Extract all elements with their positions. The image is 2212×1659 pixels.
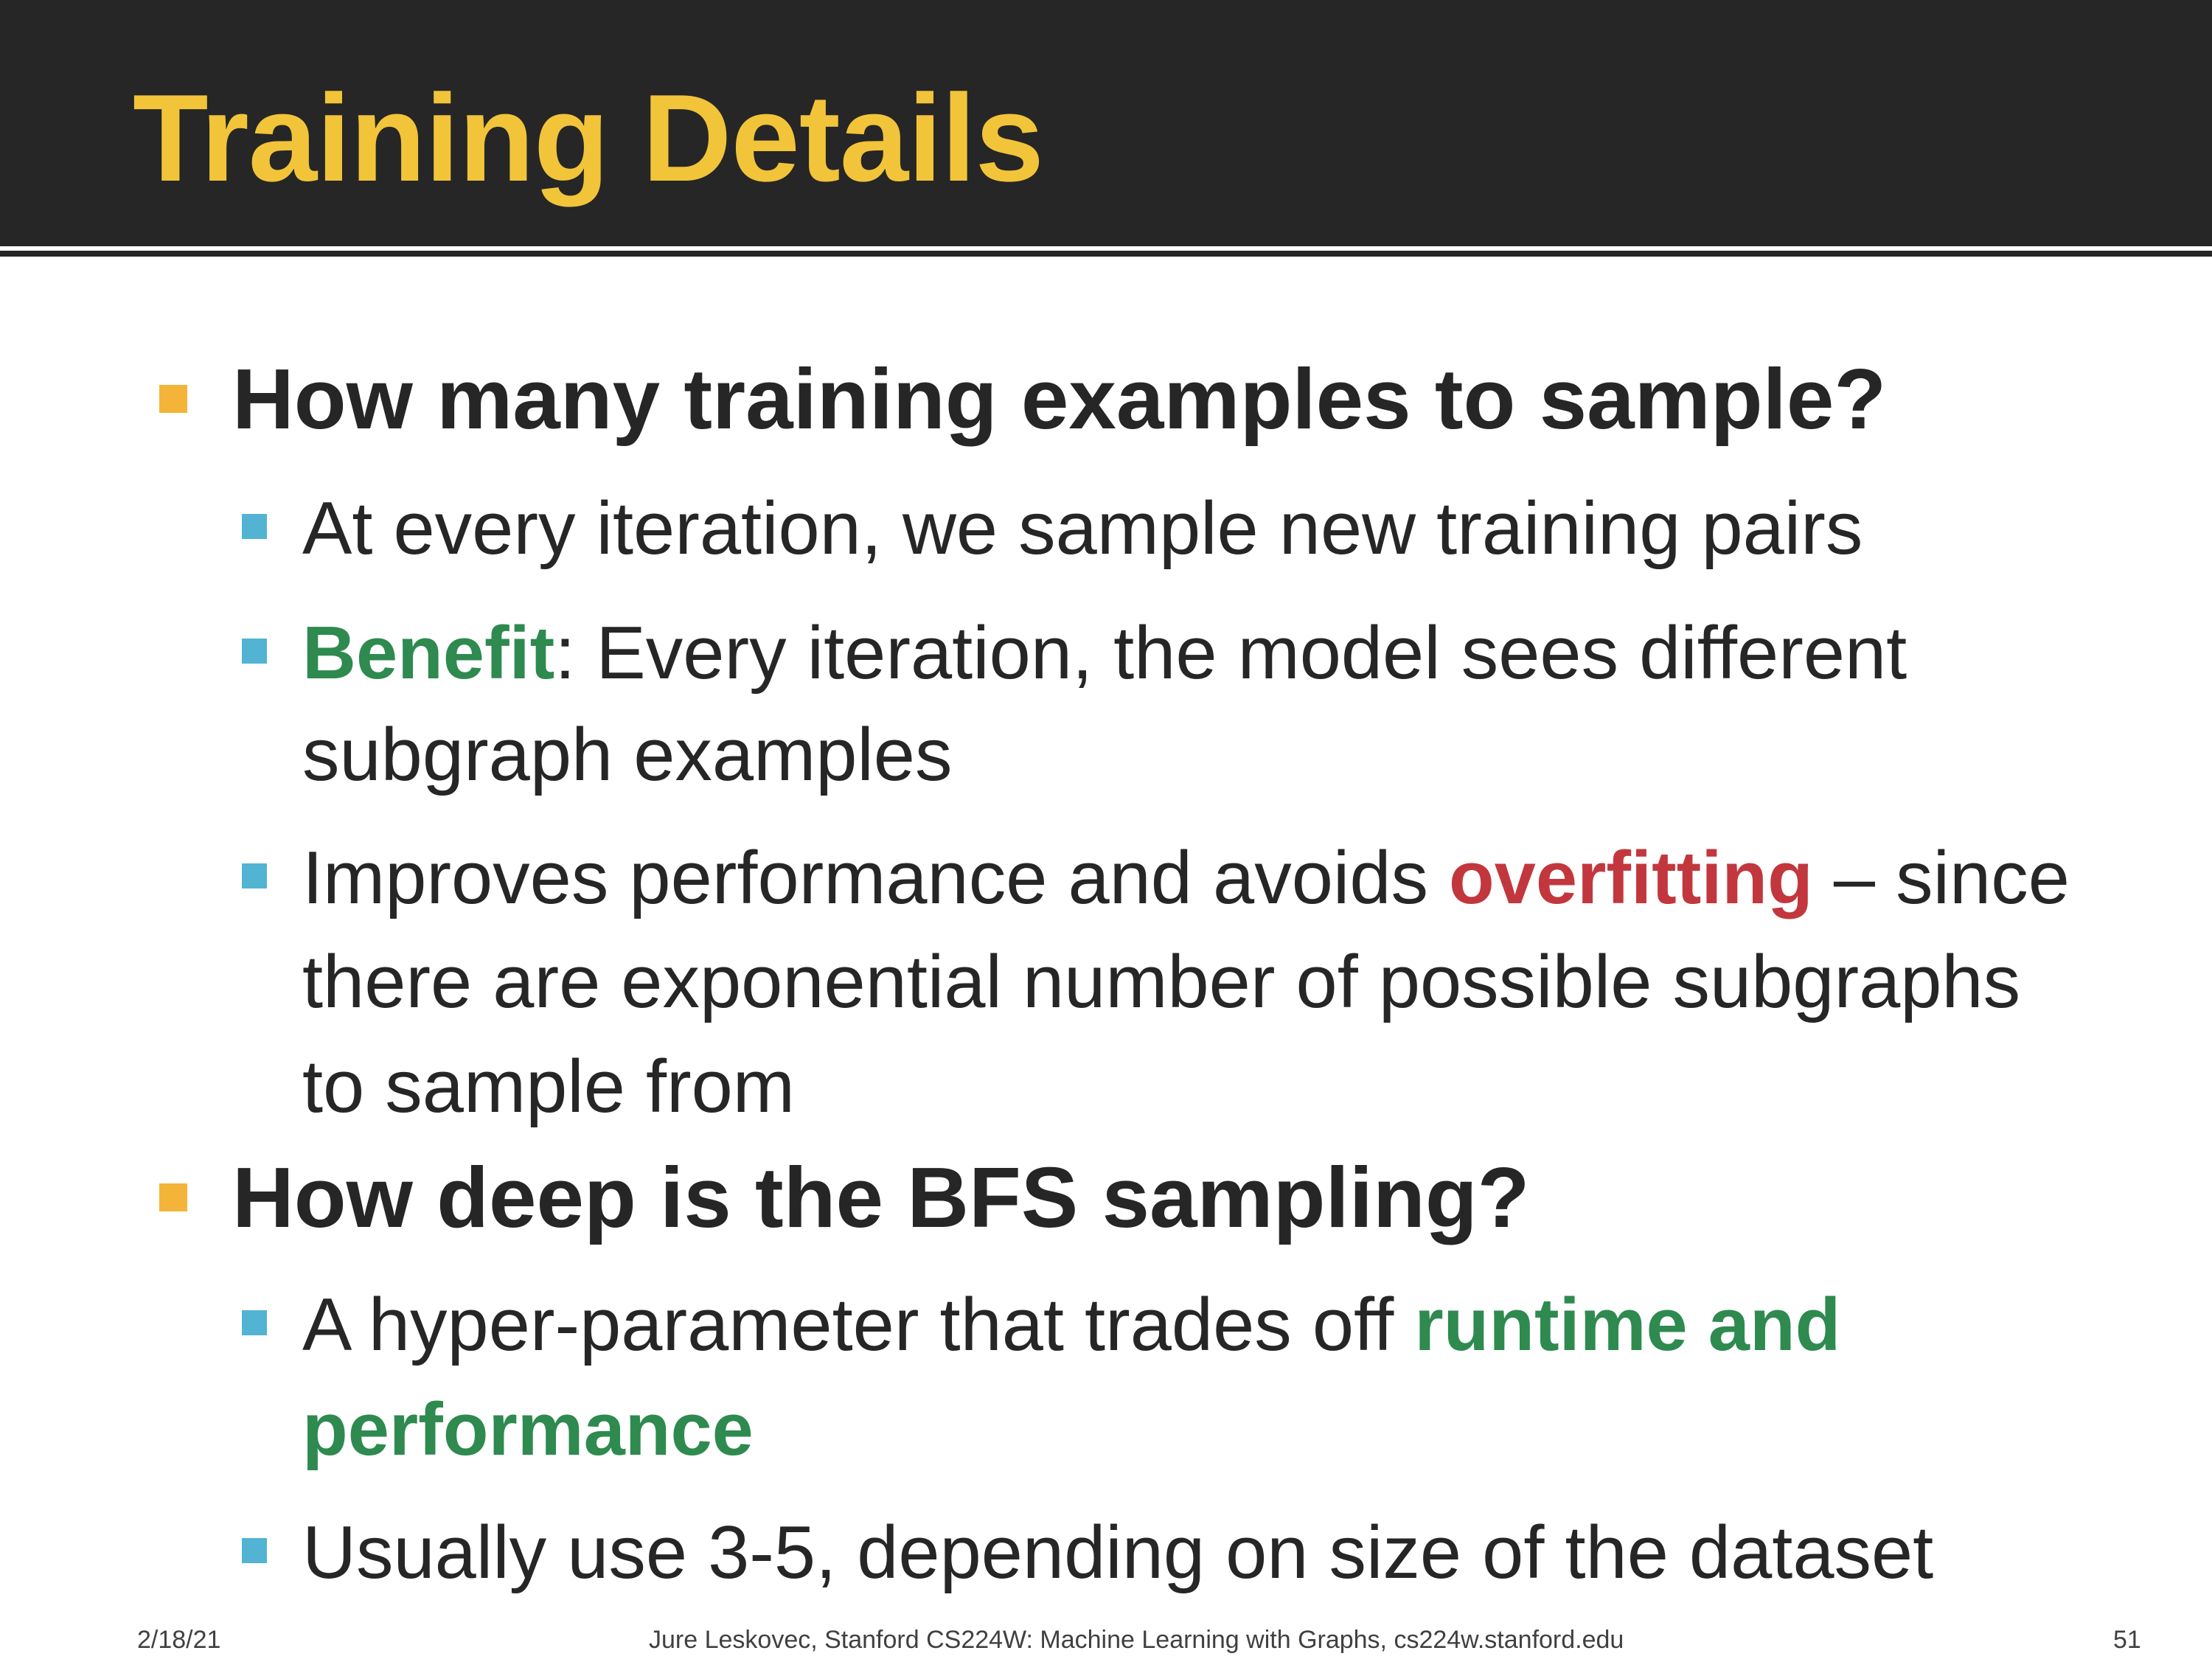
sub-bullet-benefit-continued: subgraph examples <box>302 714 953 796</box>
bullet-bfs-depth: How deep is the BFS sampling? <box>232 1150 1530 1245</box>
sub-bullet-square-icon <box>242 863 267 888</box>
sub-bullet-hyper-parameter-continued: performance <box>302 1379 754 1481</box>
footer-date: 2/18/21 <box>137 1626 221 1654</box>
bullet-square-icon <box>159 385 187 413</box>
sub-bullet-overfitting: Improves performance and avoids overfitt… <box>302 827 2070 929</box>
sub-bullet-overfitting-line2: there are exponential number of possible… <box>302 941 2021 1023</box>
slide-title: Training Details <box>133 69 1044 207</box>
sub-bullet-benefit: Benefit: Every iteration, the model sees… <box>302 602 1907 704</box>
benefit-emphasis: Benefit <box>302 612 555 695</box>
sub-bullet-usual-depth: Usually use 3-5, depending on size of th… <box>302 1512 1934 1594</box>
bullet-how-many-examples: How many training examples to sample? <box>232 351 1887 447</box>
sub-bullet-square-icon <box>242 1310 267 1335</box>
sub-bullet-every-iteration: At every iteration, we sample new traini… <box>302 487 1863 570</box>
sub-bullet-hyper-parameter: A hyper-parameter that trades off runtim… <box>302 1274 1840 1376</box>
overfitting-text-post: – since <box>1812 837 2070 919</box>
runtime-emphasis: runtime and <box>1414 1284 1841 1366</box>
footer-page-number: 51 <box>2113 1626 2141 1654</box>
overfitting-text-pre: Improves performance and avoids <box>302 837 1450 919</box>
benefit-text: : Every iteration, the model sees differ… <box>554 612 1907 695</box>
sub-bullet-square-icon <box>242 1538 267 1563</box>
hyper-parameter-text: A hyper-parameter that trades off <box>302 1284 1415 1366</box>
performance-emphasis: performance <box>302 1388 754 1471</box>
bullet-square-icon <box>159 1183 187 1211</box>
sub-bullet-square-icon <box>242 639 267 664</box>
sub-bullet-overfitting-line3: to sample from <box>302 1046 795 1128</box>
sub-bullet-square-icon <box>242 514 267 539</box>
footer-credit: Jure Leskovec, Stanford CS224W: Machine … <box>649 1626 1624 1654</box>
overfitting-emphasis: overfitting <box>1449 837 1813 919</box>
title-divider <box>0 251 2212 257</box>
title-bar: Training Details <box>0 0 2212 246</box>
